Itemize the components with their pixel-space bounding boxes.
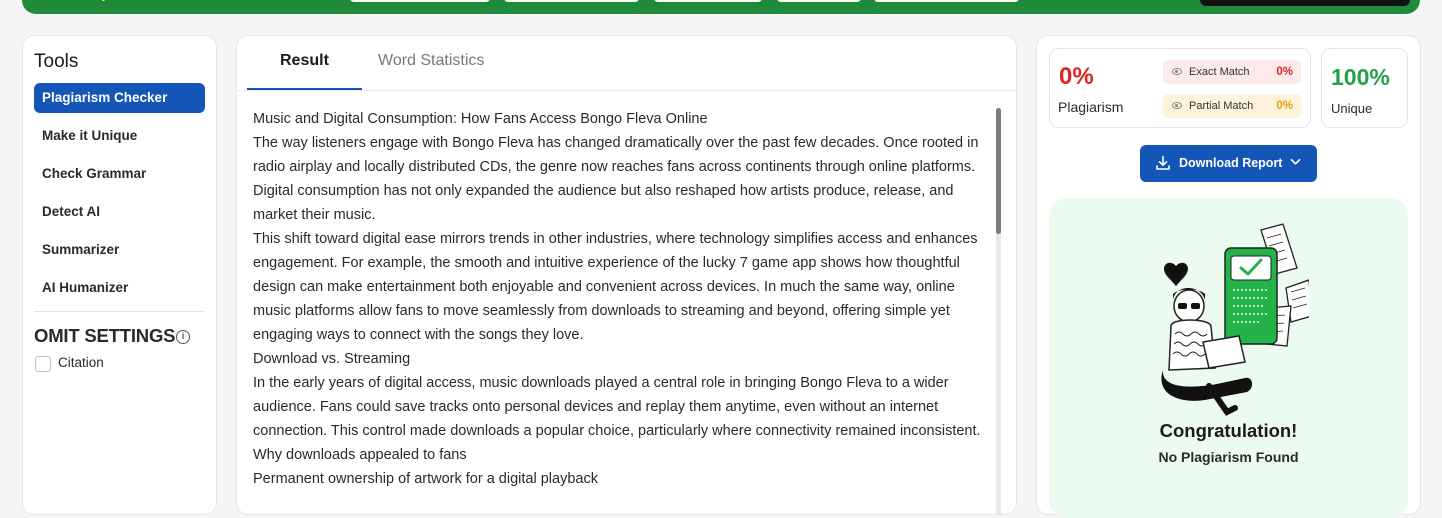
download-icon <box>1156 155 1170 170</box>
unique-card: 100% Unique <box>1321 48 1408 128</box>
tools-panel: Tools Plagiarism Checker Make it Unique … <box>22 35 217 515</box>
partial-match-value: 0% <box>1276 100 1293 112</box>
article-heading: Music and Digital Consumption: How Fans … <box>253 111 708 127</box>
tool-make-it-unique[interactable]: Make it Unique <box>34 121 205 151</box>
citation-label[interactable]: Citation <box>58 355 104 370</box>
divider <box>34 311 205 312</box>
banner-nav-pill[interactable] <box>874 0 1019 2</box>
exact-match-value: 0% <box>1276 66 1293 78</box>
unique-percent: 100% <box>1331 64 1390 90</box>
exact-match-label: Exact Match <box>1189 66 1250 78</box>
partial-match-label: Partial Match <box>1189 100 1254 112</box>
congratulation-card: Congratulation! No Plagiarism Found <box>1049 198 1408 518</box>
top-banner <box>22 0 1420 14</box>
exact-match-badge[interactable]: Exact Match 0% <box>1163 60 1301 84</box>
tools-title: Tools <box>34 51 79 72</box>
download-report-label: Download Report <box>1179 156 1283 170</box>
banner-nav-pill[interactable] <box>777 0 861 2</box>
plagiarism-label: Plagiarism <box>1058 99 1124 115</box>
no-plagiarism-message: No Plagiarism Found <box>1158 449 1299 465</box>
success-illustration <box>1161 223 1309 416</box>
result-panel: Result Word Statistics Music and Digital… <box>236 35 1017 515</box>
sparkle-decoration <box>102 0 105 1</box>
tab-result[interactable]: Result <box>280 52 329 70</box>
chevron-down-icon <box>1290 158 1301 165</box>
banner-nav-pill[interactable] <box>504 0 639 2</box>
partial-match-badge[interactable]: Partial Match 0% <box>1163 94 1301 118</box>
scrollbar-thumb[interactable] <box>996 108 1001 234</box>
plagiarism-card: 0% Plagiarism Exact Match 0% Partial Mat… <box>1049 48 1311 128</box>
banner-nav-pill[interactable] <box>654 0 762 2</box>
article-paragraph: The way listeners engage with Bongo Flev… <box>253 135 979 223</box>
article-paragraph: Permanent ownership of artwork for a dig… <box>253 471 598 487</box>
article-subheading: Why downloads appealed to fans <box>253 447 467 463</box>
report-panel: 0% Plagiarism Exact Match 0% Partial Mat… <box>1036 35 1421 518</box>
tab-word-statistics[interactable]: Word Statistics <box>378 52 484 70</box>
info-icon[interactable]: i <box>176 330 190 344</box>
result-text: Music and Digital Consumption: How Fans … <box>253 107 993 491</box>
download-report-button[interactable]: Download Report <box>1140 145 1317 182</box>
eye-icon <box>1172 68 1182 75</box>
tool-summarizer[interactable]: Summarizer <box>34 235 205 265</box>
eye-icon <box>1172 102 1182 109</box>
citation-checkbox[interactable] <box>35 356 51 372</box>
article-paragraph: This shift toward digital ease mirrors t… <box>253 231 978 343</box>
tool-check-grammar[interactable]: Check Grammar <box>34 159 205 189</box>
banner-cta-button[interactable] <box>1200 0 1410 6</box>
article-subheading: Download vs. Streaming <box>253 351 411 367</box>
congratulation-title: Congratulation! <box>1159 420 1298 441</box>
tool-ai-humanizer[interactable]: AI Humanizer <box>34 273 205 303</box>
banner-nav-pill[interactable] <box>350 0 490 2</box>
divider <box>237 90 1016 91</box>
plagiarism-percent: 0% <box>1059 63 1094 90</box>
omit-settings-title: OMIT SETTINGS <box>34 325 176 346</box>
article-paragraph: In the early years of digital access, mu… <box>253 375 981 439</box>
tool-plagiarism-checker[interactable]: Plagiarism Checker <box>34 83 205 113</box>
unique-label: Unique <box>1331 101 1373 116</box>
tool-detect-ai[interactable]: Detect AI <box>34 197 205 227</box>
